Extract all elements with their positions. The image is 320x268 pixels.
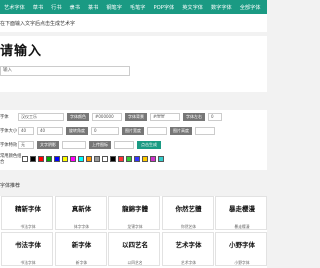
img-width-label: 图片宽度 (122, 126, 144, 135)
pos-input[interactable]: 0 (208, 112, 222, 121)
font-card[interactable]: 你然艺體 你然艺体 (161, 196, 214, 230)
color-swatch[interactable] (134, 155, 140, 162)
font-card[interactable]: 书法字体 书法字体 (1, 232, 53, 266)
font-card[interactable]: 真新体 体字字体 (54, 196, 107, 230)
font-select[interactable]: 汉仪工乐 (18, 112, 64, 121)
font-card-label: 艺术字体 (180, 260, 197, 265)
font-card[interactable]: 小野字体 小野字体 (215, 232, 267, 266)
pos-label: 字体左右 (183, 112, 205, 121)
font-card-preview: 以四艺名 (122, 241, 148, 249)
font-card-label: 小野字体 (234, 260, 250, 265)
size-label: 字体大小 (0, 128, 18, 134)
angle-input[interactable]: 0 (91, 126, 119, 135)
font-card-preview: 艺术字体 (175, 241, 202, 249)
angle-label: 旋转角度 (66, 126, 88, 135)
shadow-input[interactable] (62, 140, 86, 149)
control-row-font: 字体 汉仪工乐 字体颜色 #000000 字体背景 #ffffff 字体左右 0 (0, 112, 225, 121)
color-swatch[interactable] (158, 155, 164, 162)
font-label: 字体 (0, 114, 9, 120)
control-row-effect: 字体特效 无 文字阴影 上传图标 点击生成 (0, 140, 161, 149)
font-card-label: 书法字体 (20, 224, 36, 229)
color-label: 字体颜色 (67, 112, 89, 121)
top-nav: 艺术字体 草书 行书 隶书 篆书 钢笔字 毛笔字 POP字体 英文字体 数字字体… (0, 0, 267, 14)
font-grid: 精新字体 书法字体 真新体 体字字体 龍錦字體 龙锦字体 你然艺體 你然艺体 暴走樱漫 暴走樱漫书… (0, 196, 267, 268)
color-swatch[interactable] (70, 155, 76, 162)
font-card[interactable]: 暴走樱漫 暴走樱漫 (215, 196, 267, 230)
size-input[interactable]: 40 (18, 126, 34, 135)
section-title: 字体推荐 (0, 183, 21, 189)
shadow-label: 文字阴影 (37, 140, 59, 149)
text-input[interactable]: 输入 (0, 66, 130, 76)
color-swatch[interactable] (94, 155, 100, 162)
nav-item-all[interactable]: 全部字体 (236, 4, 265, 11)
effect-label: 字体特效 (0, 142, 18, 148)
font-card-preview: 小野字体 (229, 241, 255, 249)
font-card-label: 以四艺名 (127, 260, 143, 265)
hint-bar: 在下面输入文字后点击生成艺术字 (0, 14, 267, 32)
color-swatch[interactable] (150, 155, 156, 162)
color-swatch[interactable] (62, 155, 68, 162)
font-card-preview: 你然艺體 (175, 205, 202, 213)
font-card[interactable]: 龍錦字體 龙锦字体 (108, 196, 160, 230)
font-card[interactable]: 艺术字体 艺术字体 (161, 232, 214, 266)
font-card[interactable]: 新字体 新字体 (54, 232, 107, 266)
control-row-colors: 常用颜色组合 (0, 153, 166, 165)
nav-item-brush[interactable]: 毛笔字 (126, 4, 150, 11)
color-input[interactable]: #000000 (92, 112, 122, 121)
img-width-input[interactable] (147, 126, 167, 135)
generate-button[interactable]: 点击生成 (137, 140, 161, 149)
font-card[interactable]: 以四艺名 以四艺名 (108, 232, 160, 266)
font-card-label: 你然艺体 (180, 224, 197, 229)
color-swatch[interactable] (54, 155, 60, 162)
nav-item-pop[interactable]: POP字体 (149, 4, 178, 11)
img-height-input[interactable] (195, 126, 215, 135)
color-swatch[interactable] (78, 155, 84, 162)
font-card-label: 体字字体 (73, 224, 90, 229)
control-row-size: 字体大小 40 40 旋转角度 0 图片宽度 图片高度 (0, 126, 218, 135)
nav-item-pen[interactable]: 钢笔字 (102, 4, 126, 11)
color-swatch[interactable] (86, 155, 92, 162)
color-swatch[interactable] (102, 155, 108, 162)
color-swatch[interactable] (118, 155, 124, 162)
bg-input[interactable]: #ffffff (150, 112, 180, 121)
font-card-label: 书法字体 (20, 260, 36, 265)
preview-area: 请输入 输入 (0, 36, 267, 92)
color-swatch[interactable] (142, 155, 148, 162)
color-swatch[interactable] (38, 155, 44, 162)
upload-button[interactable]: 上传图标 (89, 140, 111, 149)
color-swatch[interactable] (30, 155, 36, 162)
nav-item-running[interactable]: 行书 (47, 4, 65, 11)
bg-label: 字体背景 (125, 112, 147, 121)
color-swatch[interactable] (126, 155, 132, 162)
nav-item-clerical[interactable]: 隶书 (66, 4, 84, 11)
color-swatch[interactable] (22, 155, 28, 162)
font-card-label: 暴走樱漫 (234, 224, 250, 229)
font-card[interactable]: 精新字体 书法字体 (1, 196, 53, 230)
preview-art-text: 请输入 (0, 44, 43, 59)
font-card-preview: 新字体 (71, 241, 92, 249)
color-combo-label: 常用颜色组合 (0, 153, 22, 165)
nav-item-english[interactable]: 英文字体 (178, 4, 207, 11)
nav-item-seal[interactable]: 篆书 (84, 4, 102, 11)
color-swatch[interactable] (110, 155, 116, 162)
width-input[interactable]: 40 (37, 126, 63, 135)
nav-item-cursive[interactable]: 草书 (29, 4, 47, 11)
font-card-preview: 精新字体 (15, 205, 41, 213)
img-height-label: 图片高度 (170, 126, 192, 135)
font-card-preview: 暴走樱漫 (229, 205, 255, 213)
controls-panel: 字体 汉仪工乐 字体颜色 #000000 字体背景 #ffffff 字体左右 0… (0, 110, 267, 170)
effect-select[interactable]: 无 (18, 140, 34, 149)
hint-text: 在下面输入文字后点击生成艺术字 (0, 20, 76, 27)
nav-item-number[interactable]: 数字字体 (207, 4, 236, 11)
font-card-label: 新字体 (75, 260, 88, 265)
font-card-label: 龙锦字体 (127, 224, 143, 229)
upload-field[interactable] (114, 140, 134, 149)
font-card-preview: 书法字体 (15, 241, 41, 249)
color-swatch[interactable] (46, 155, 52, 162)
nav-item-art-font[interactable]: 艺术字体 (0, 4, 29, 11)
font-card-preview: 龍錦字體 (122, 205, 148, 213)
font-card-preview: 真新体 (71, 205, 92, 213)
